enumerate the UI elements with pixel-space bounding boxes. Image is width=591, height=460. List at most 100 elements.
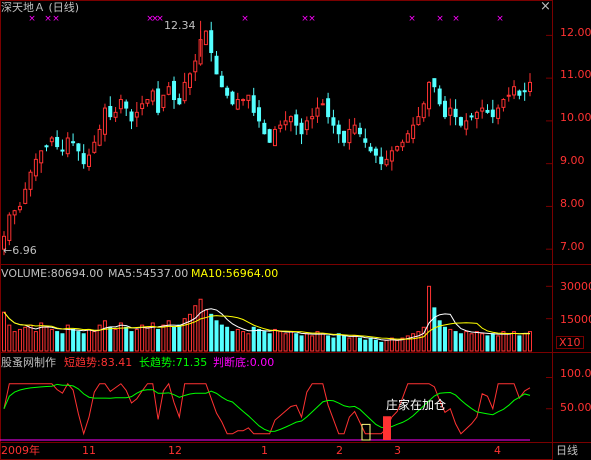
- candle-down: [373, 148, 378, 156]
- volume-tick-30000: 30000: [560, 280, 591, 293]
- time-label-mar: 3: [394, 444, 401, 457]
- volume-bar: [118, 322, 123, 352]
- volume-bar: [469, 333, 474, 352]
- candle-up: [389, 150, 394, 162]
- time-label-apr: 4: [494, 444, 501, 457]
- volume-bar: [453, 331, 458, 352]
- candle-down: [379, 156, 384, 165]
- volume-bar: [219, 324, 224, 352]
- indicator-tick-50: 50.00: [560, 401, 591, 414]
- volume-bar: [60, 333, 65, 352]
- signal-marker-icon: ×: [436, 14, 444, 24]
- volume-bar: [23, 326, 28, 352]
- volume-bar: [124, 326, 129, 352]
- volume-bar: [283, 333, 288, 352]
- candle-up: [283, 120, 288, 126]
- volume-bar: [528, 331, 532, 352]
- volume-bar: [49, 328, 54, 352]
- signal-marker-icon: ×: [452, 14, 460, 24]
- volume-bar: [342, 335, 347, 352]
- chart-frame: [0, 0, 553, 460]
- chart-canvas[interactable]: × × × ××× × × × × × × ×: [0, 0, 591, 460]
- volume-unit-badge: X10: [556, 336, 584, 349]
- candle-up: [310, 116, 315, 120]
- volume-bar: [156, 328, 161, 352]
- candle-down: [262, 122, 267, 135]
- volume-bar: [278, 331, 283, 352]
- accumulation-bar: [383, 416, 391, 440]
- candle-down: [156, 88, 161, 113]
- candle-up: [320, 103, 325, 106]
- volume-bar: [102, 320, 107, 352]
- volume-bar: [474, 331, 479, 352]
- volume-bar: [272, 328, 277, 352]
- candle-down: [71, 141, 76, 144]
- candle-down: [485, 109, 490, 113]
- candle-down: [209, 30, 214, 53]
- candle-up: [411, 124, 416, 139]
- indicator-name: 股蚤网制作: [1, 356, 56, 369]
- candle-up: [416, 116, 421, 126]
- volume-bar: [336, 333, 341, 352]
- long-trend-label: 长趋势:71.35: [139, 356, 208, 369]
- period-selector[interactable]: 日线: [556, 444, 578, 457]
- candle-up: [474, 111, 479, 120]
- candle-up: [182, 81, 187, 102]
- volume-bar: [331, 337, 336, 352]
- volume-bar: [134, 328, 139, 352]
- volume-bar: [368, 337, 373, 352]
- candle-down: [342, 130, 347, 143]
- volume-bar: [480, 333, 485, 352]
- candle-up: [102, 107, 107, 135]
- indicator-tick-100: 100.0: [560, 367, 591, 380]
- volume-bar: [140, 324, 145, 352]
- candle-up: [7, 214, 12, 241]
- candle-down: [257, 107, 262, 122]
- candle-down: [432, 78, 437, 88]
- long-trend-line: [3, 383, 531, 432]
- candle-up: [405, 133, 410, 143]
- candle-down: [172, 80, 177, 101]
- candle-down: [225, 87, 230, 96]
- volume-bar: [230, 331, 235, 352]
- candle-down: [453, 108, 458, 118]
- volume-bar: [288, 331, 293, 352]
- price-tick-8: 8.00: [560, 197, 585, 210]
- candle-up: [134, 111, 139, 118]
- candle-up: [33, 158, 38, 177]
- volume-bar: [17, 328, 22, 352]
- volume-bar: [506, 333, 511, 352]
- candle-up: [235, 99, 240, 110]
- candle-up: [480, 107, 485, 112]
- candle-down: [517, 90, 522, 96]
- volume-bar: [235, 328, 240, 352]
- candle-down: [60, 149, 65, 152]
- volume-bar: [81, 333, 86, 352]
- short-trend-label: 短趋势:83.41: [64, 356, 133, 369]
- volume-bar: [347, 337, 352, 352]
- volume-bar: [357, 337, 362, 352]
- signal-marker-icon: ×: [28, 14, 36, 24]
- candle-up: [512, 86, 517, 96]
- candle-up: [39, 150, 44, 164]
- candle-down: [251, 95, 256, 113]
- volume-bar: [2, 311, 6, 352]
- volume-bar: [320, 333, 325, 352]
- candle-down: [326, 98, 331, 118]
- volume-bar: [145, 326, 150, 352]
- candle-up: [49, 137, 54, 143]
- volume-bar: [379, 341, 384, 352]
- candle-up: [65, 137, 70, 155]
- candle-up: [161, 94, 166, 108]
- volume-bar: [7, 324, 12, 352]
- candle-down: [129, 111, 134, 122]
- volume-bar: [416, 331, 421, 352]
- candle-down: [267, 129, 272, 143]
- volume-bar: [87, 328, 92, 352]
- candle-down: [108, 105, 113, 118]
- signal-marker-icon: ×: [308, 14, 316, 24]
- volume-bar: [384, 339, 389, 352]
- volume-bar: [241, 331, 246, 352]
- candle-up: [97, 128, 102, 146]
- close-icon[interactable]: ×: [540, 0, 551, 13]
